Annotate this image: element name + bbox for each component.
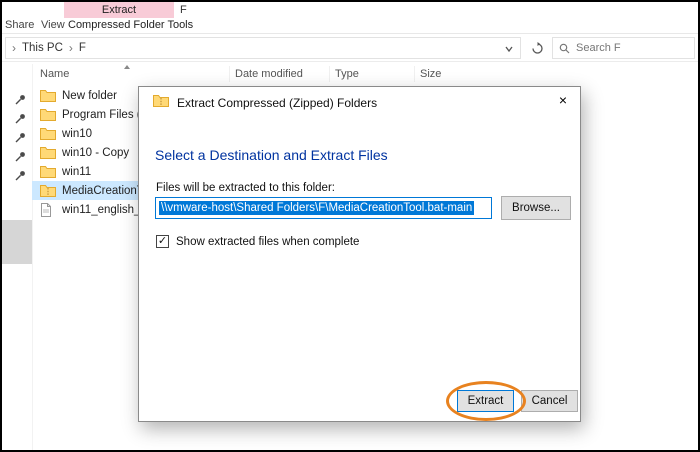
file-name: win10 - Copy xyxy=(62,147,129,159)
address-row: › This PC › F Search F xyxy=(2,34,698,62)
folder-icon xyxy=(40,108,56,122)
search-input[interactable]: Search F xyxy=(552,37,695,59)
search-icon xyxy=(559,43,570,54)
folder-icon xyxy=(40,127,56,141)
file-name: New folder xyxy=(62,90,117,102)
selected-path-text: \\vmware-host\Shared Folders\F\MediaCrea… xyxy=(159,201,474,215)
dialog-heading: Select a Destination and Extract Files xyxy=(155,147,388,163)
column-divider[interactable] xyxy=(229,66,230,82)
folder-icon xyxy=(40,165,56,179)
destination-path-input[interactable]: \\vmware-host\Shared Folders\F\MediaCrea… xyxy=(155,197,492,219)
column-header-row: Name Date modified Type Size xyxy=(32,64,698,84)
tab-view[interactable]: View xyxy=(41,19,65,31)
file-icon xyxy=(40,203,56,217)
column-header-date-modified[interactable]: Date modified xyxy=(235,68,303,80)
checkbox-label[interactable]: Show extracted files when complete xyxy=(176,236,359,248)
nav-pane-selected-stub[interactable] xyxy=(2,220,32,264)
column-divider[interactable] xyxy=(329,66,330,82)
column-divider[interactable] xyxy=(414,66,415,82)
breadcrumb-chevron-icon[interactable]: › xyxy=(69,41,73,55)
extract-button[interactable]: Extract xyxy=(457,390,514,412)
pin-icon xyxy=(15,168,26,186)
close-icon[interactable]: × xyxy=(546,87,580,112)
pin-icon xyxy=(15,130,26,148)
address-dropdown-icon[interactable] xyxy=(502,43,516,55)
refresh-icon xyxy=(531,42,544,55)
breadcrumb-this-pc[interactable]: This PC xyxy=(22,42,63,54)
checkbox-checked-icon[interactable]: ✓ xyxy=(156,235,169,248)
column-header-size[interactable]: Size xyxy=(420,68,441,80)
tab-extract[interactable]: Extract xyxy=(64,2,174,18)
search-placeholder: Search F xyxy=(576,42,621,54)
file-name: win10 xyxy=(62,128,92,140)
column-header-type[interactable]: Type xyxy=(335,68,359,80)
address-bar[interactable]: › This PC › F xyxy=(5,37,521,59)
breadcrumb-current-folder[interactable]: F xyxy=(79,42,86,54)
cancel-button[interactable]: Cancel xyxy=(521,390,578,412)
show-files-checkbox-row: ✓ Show extracted files when complete xyxy=(156,235,359,248)
contextual-group-label: Compressed Folder Tools xyxy=(68,19,193,31)
pin-icon xyxy=(15,149,26,167)
file-name: win11 xyxy=(62,166,91,178)
dialog-title: Extract Compressed (Zipped) Folders xyxy=(177,96,377,110)
extract-dialog: Extract Compressed (Zipped) Folders × Se… xyxy=(138,86,581,422)
pin-icon xyxy=(15,111,26,129)
tab-share[interactable]: Share xyxy=(5,19,34,31)
sort-ascending-icon xyxy=(124,65,130,69)
folder-icon xyxy=(40,146,56,160)
window-title: F xyxy=(180,4,187,16)
refresh-button[interactable] xyxy=(526,37,548,59)
column-header-name[interactable]: Name xyxy=(40,68,69,80)
folder-icon xyxy=(40,89,56,103)
explorer-window: Extract F Share View Compressed Folder T… xyxy=(0,0,700,452)
destination-label: Files will be extracted to this folder: xyxy=(156,182,335,194)
breadcrumb-chevron-icon[interactable]: › xyxy=(12,41,16,55)
zip-folder-icon xyxy=(40,184,56,198)
zip-folder-icon xyxy=(153,94,169,108)
browse-button[interactable]: Browse... xyxy=(501,196,571,220)
pin-icon xyxy=(15,92,26,110)
